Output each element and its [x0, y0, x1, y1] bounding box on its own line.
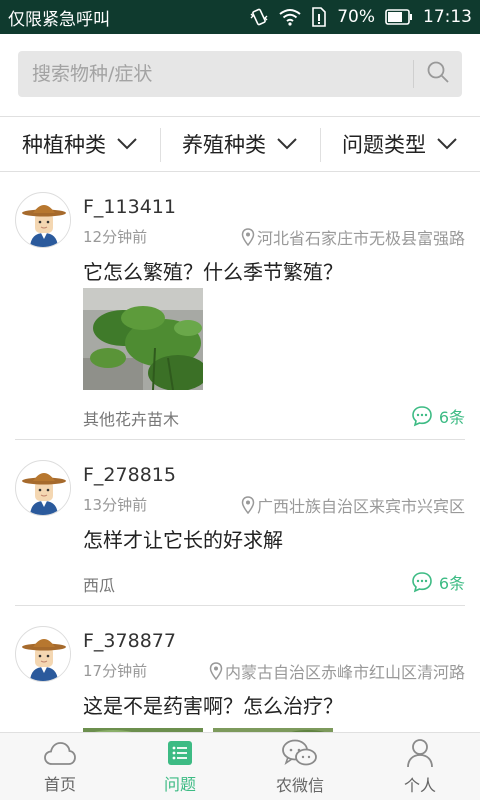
filter-bar: 种植种类 养殖种类 问题类型 — [0, 116, 480, 172]
battery-icon — [385, 9, 413, 25]
farmer-avatar-icon — [17, 628, 70, 681]
sim-icon — [311, 7, 327, 27]
filter-problem-type[interactable]: 问题类型 — [320, 117, 480, 171]
location-pin-icon — [241, 228, 255, 246]
comment-count[interactable]: 6条 — [411, 570, 465, 594]
cloud-icon — [44, 741, 76, 765]
tab-home[interactable]: 首页 — [0, 733, 120, 800]
search-box — [18, 51, 462, 97]
avatar[interactable] — [15, 626, 71, 682]
tab-label: 问题 — [163, 774, 196, 794]
clock: 17:13 — [423, 7, 472, 27]
comment-icon — [412, 406, 432, 427]
farmer-avatar-icon — [17, 194, 70, 247]
category-tag[interactable]: 其他花卉苗木 — [83, 406, 179, 430]
username[interactable]: F_278815 — [83, 464, 176, 486]
filter-breeding-type[interactable]: 养殖种类 — [160, 117, 320, 171]
filter-label: 问题类型 — [342, 133, 426, 157]
person-icon — [407, 738, 433, 767]
search-input[interactable] — [18, 51, 413, 97]
post-item[interactable]: F_278815 13分钟前 广西壮族自治区来宾市兴宾区 怎样才让它长的好求解 … — [15, 440, 465, 606]
filter-planting-type[interactable]: 种植种类 — [0, 117, 160, 171]
filter-label: 种植种类 — [22, 133, 106, 157]
post-item[interactable]: F_113411 12分钟前 河北省石家庄市无极县富强路 它怎么繁殖？什么季节繁… — [15, 172, 465, 440]
farmer-avatar-icon — [17, 462, 70, 515]
username[interactable]: F_113411 — [83, 196, 176, 218]
tab-questions[interactable]: 问题 — [120, 733, 240, 800]
category-tag[interactable]: 西瓜 — [83, 572, 115, 596]
vibrate-icon — [249, 7, 269, 27]
comment-icon — [412, 572, 432, 593]
location-text: 广西壮族自治区来宾市兴宾区 — [256, 497, 465, 516]
question-photo[interactable] — [83, 288, 203, 390]
chevron-down-icon — [116, 132, 138, 156]
tab-label: 个人 — [403, 775, 436, 795]
tab-label: 首页 — [43, 774, 76, 794]
location-text: 河北省石家庄市无极县富强路 — [256, 229, 465, 248]
carrier-text: 仅限紧急呼叫 — [8, 9, 110, 30]
tab-wechat[interactable]: 农微信 — [240, 733, 360, 800]
location-text: 内蒙古自治区赤峰市红山区清河路 — [224, 663, 465, 682]
search-button[interactable] — [414, 51, 462, 97]
bottom-tab-bar: 首页 问题 农微信 个人 — [0, 732, 480, 800]
comment-count[interactable]: 6条 — [411, 404, 465, 428]
avatar[interactable] — [15, 460, 71, 516]
post-time: 13分钟前 — [83, 496, 148, 514]
chevron-down-icon — [436, 132, 458, 156]
battery-percent: 70% — [337, 7, 375, 27]
avatar[interactable] — [15, 192, 71, 248]
chevron-down-icon — [276, 132, 298, 156]
list-icon — [168, 740, 192, 765]
comment-count-text: 6条 — [438, 408, 465, 427]
question-text[interactable]: 它怎么繁殖？什么季节繁殖？ — [83, 256, 343, 285]
comment-count-text: 6条 — [438, 574, 465, 593]
question-text[interactable]: 怎样才让它长的好求解 — [83, 524, 283, 553]
filter-label: 养殖种类 — [182, 133, 266, 157]
search-area — [0, 34, 480, 116]
plant-photo-image — [83, 288, 203, 390]
tab-profile[interactable]: 个人 — [360, 733, 480, 800]
location-pin-icon — [241, 496, 255, 514]
search-icon — [426, 60, 450, 88]
post-time: 12分钟前 — [83, 228, 148, 246]
location-pin-icon — [209, 662, 223, 680]
post-time: 17分钟前 — [83, 662, 148, 680]
location: 河北省石家庄市无极县富强路 — [241, 225, 465, 249]
question-feed: F_113411 12分钟前 河北省石家庄市无极县富强路 它怎么繁殖？什么季节繁… — [0, 172, 480, 732]
wifi-icon — [279, 8, 301, 26]
tab-label: 农微信 — [275, 775, 324, 795]
username[interactable]: F_378877 — [83, 630, 176, 652]
question-text[interactable]: 这是不是药害啊？怎么治疗？ — [83, 690, 343, 719]
status-bar: 仅限紧急呼叫 70% 17:13 — [0, 0, 480, 34]
post-item[interactable]: F_378877 17分钟前 内蒙古自治区赤峰市红山区清河路 这是不是药害啊？怎… — [15, 606, 465, 732]
chat-icon — [282, 739, 317, 765]
location: 广西壮族自治区来宾市兴宾区 — [241, 493, 465, 517]
location: 内蒙古自治区赤峰市红山区清河路 — [209, 659, 465, 683]
